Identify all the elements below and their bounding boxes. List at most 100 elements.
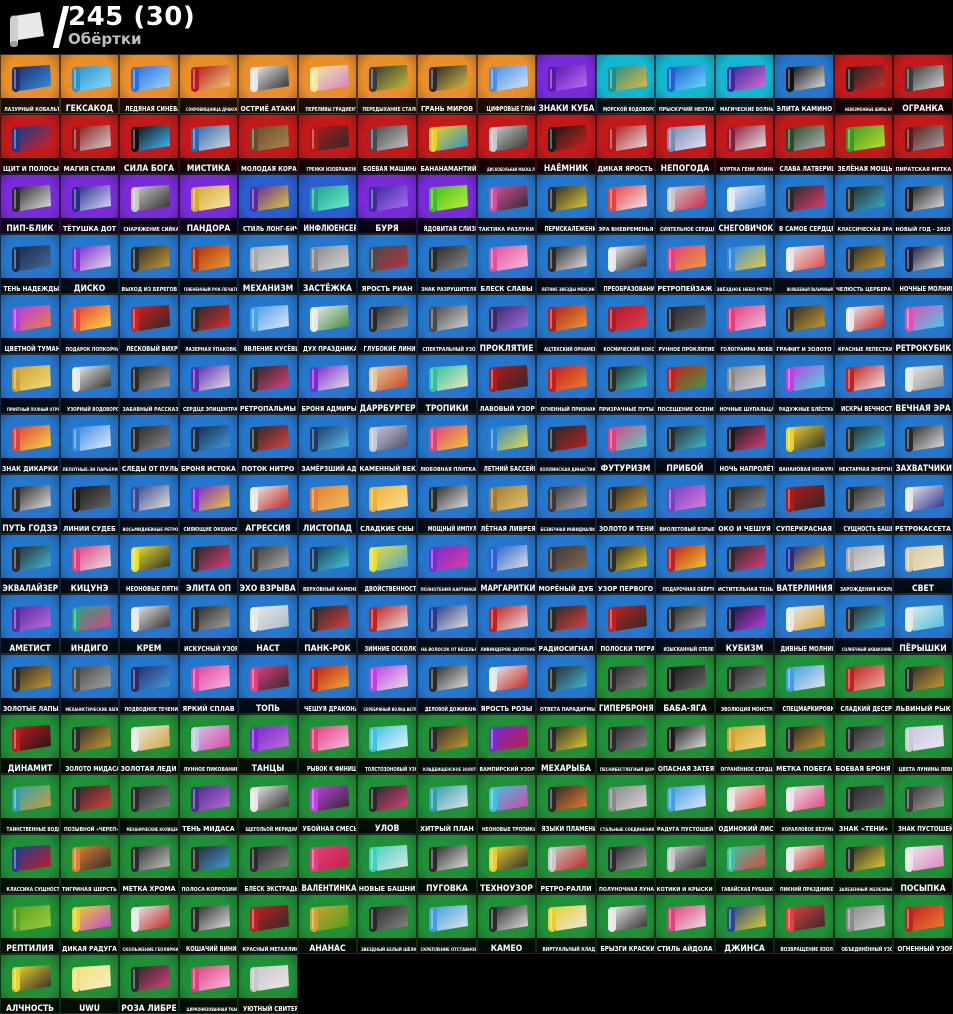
wrap-tile[interactable]: ИСТИТЕЛЬНАЯ ТЕНЬ [715, 534, 774, 594]
wrap-tile[interactable]: СЕРДЦЕ ЭПИЦЕНТРА [179, 354, 238, 414]
wrap-tile[interactable]: ЗНАК РАЗРУШИТЕЛЯ [417, 234, 477, 294]
wrap-tile[interactable]: ОТВЕТА ПАРАДИГМЫ [536, 654, 596, 714]
wrap-tile[interactable]: КУРТКА ГЕНИ ЛОИНИ [715, 114, 774, 174]
wrap-tile[interactable]: ЛАВОВЫЙ УЗОР [477, 354, 536, 414]
wrap-tile[interactable]: ПИП-БЛИК [0, 174, 60, 234]
wrap-tile[interactable]: БРЫЗГИ КРАСКИ [596, 894, 655, 954]
wrap-tile[interactable]: НОЧНЫЕ МОЛНИИ [893, 234, 953, 294]
wrap-tile[interactable]: АМЕТИСТ [0, 594, 60, 654]
wrap-tile[interactable]: ПЁРЫШКИ [893, 594, 953, 654]
wrap-tile[interactable]: РОЗА ЛИБРЕ [119, 954, 179, 1014]
wrap-tile[interactable]: НАСТ [238, 594, 298, 654]
wrap-tile[interactable]: ЧЕЛЮСТЬ ЦЕРБЕРА [834, 234, 893, 294]
wrap-tile[interactable]: СВЕТ [893, 534, 953, 594]
wrap-tile[interactable]: СИЯЮЩИЕ ОКЕАНСИ [179, 474, 238, 534]
wrap-tile[interactable]: СИЛА БОГА [119, 114, 179, 174]
wrap-tile[interactable]: КРАСНЫЙ МЕТАЛЛИК [238, 894, 298, 954]
wrap-tile[interactable]: ГОЛОГРАММА ЛЮБВИ [715, 294, 774, 354]
wrap-tile[interactable]: МЕХАРЫБА [536, 714, 596, 774]
wrap-tile[interactable]: ЛЕТНИЕ ЗВЕЗДЫ МЕКСИКИ [536, 234, 596, 294]
wrap-tile[interactable]: ЗНАКИ КУБА [536, 54, 596, 114]
wrap-tile[interactable]: СЕРЕБРЯНЫЙ ВОЛКА ВЕТРА [357, 654, 417, 714]
wrap-tile[interactable]: НЕКТАРНАЯ ЭНЕРГИЯ [834, 414, 893, 474]
wrap-tile[interactable]: АНАНАС [298, 894, 357, 954]
wrap-tile[interactable]: ДИКАЯ РАДУГА [60, 894, 119, 954]
wrap-tile[interactable]: ЛАЗЕРНАЯ УПАКОВКА [179, 294, 238, 354]
wrap-tile[interactable]: ХОЛЛИНСКАЯ ДИНАСТИЯ [536, 414, 596, 474]
wrap-tile[interactable]: ЗИМНИЕ ОСКОЛКИ [357, 594, 417, 654]
wrap-tile[interactable]: ПИКНИЙ ПРАЗДНИКЕТ [774, 834, 834, 894]
wrap-tile[interactable]: ГРАНЬ МИРОВ [417, 54, 477, 114]
wrap-tile[interactable]: ЯВЛЕНИЕ КУСЁВИ [238, 294, 298, 354]
wrap-tile[interactable]: ЗНАК «ТЕНИ» [834, 774, 893, 834]
wrap-tile[interactable]: ЗОЛОТО И ТЕНИ [596, 474, 655, 534]
wrap-tile[interactable]: ЛЕТНИЙ БАССЕЙН [477, 414, 536, 474]
wrap-tile[interactable]: ЗАЛЕЗЕННЫЙ ЖЕЛЕЗНЫЙ [834, 834, 893, 894]
wrap-tile[interactable]: ХОРАЛЛОВОЕ БЕЗУМИЕ [774, 774, 834, 834]
wrap-tile[interactable]: НЕОНОВЫЕ ПЯТНА [119, 534, 179, 594]
wrap-tile[interactable]: СЛАДКИЕ СНЫ [357, 474, 417, 534]
wrap-tile[interactable]: ИНДИГО [60, 594, 119, 654]
wrap-tile[interactable]: НОЧНЫЕ ШУПАЛЬЦА [715, 354, 774, 414]
wrap-tile[interactable]: БРОНЯ ИСТОКА [179, 414, 238, 474]
wrap-tile[interactable]: ЗАРОЖДЕНИЯ ИСКРЫ [834, 534, 893, 594]
wrap-tile[interactable]: УЗОР ПЕРВОГО [596, 534, 655, 594]
wrap-tile[interactable]: ЭЛИТА ОП [179, 534, 238, 594]
wrap-tile[interactable]: ТИГРИНАЯ ШЕРСТЬ [60, 834, 119, 894]
wrap-tile[interactable]: ГАВАЙСКАЯ РУБАШКА [715, 834, 774, 894]
wrap-tile[interactable]: СУЩНОСТЬ БАШНИ [834, 474, 893, 534]
wrap-tile[interactable]: БРОНЯ АДМИРЫ [298, 354, 357, 414]
wrap-tile[interactable]: ПЕРИСКАЛЕЖЕНИЕ [536, 174, 596, 234]
wrap-tile[interactable]: ЩЕГОЛЬОЙ МЕРИДИАН [238, 774, 298, 834]
wrap-tile[interactable]: ТАИНСТВЕННЫЕ ВОДЫ [0, 774, 60, 834]
wrap-tile[interactable]: КЛАДБИЩЕНСКОЕ ЗОЛОТО [417, 714, 477, 774]
wrap-tile[interactable]: АЛЧНОСТЬ [0, 954, 60, 1014]
wrap-tile[interactable]: ЛЕПОТНЫЕ-ЗИ ПАРЬЕРИ [60, 414, 119, 474]
wrap-tile[interactable]: ГЛУБОКИЕ ЛИНИИ [357, 294, 417, 354]
wrap-tile[interactable]: МАГИЯ СТАЛИ [60, 114, 119, 174]
wrap-tile[interactable]: ПУТЬ ГОДЗЭ [0, 474, 60, 534]
wrap-tile[interactable]: ТЕНЬ НАДЕЖДЫ [0, 234, 60, 294]
wrap-tile[interactable]: ДИСКОБОЛЬНАЯ МАСКА ЛЕНИ [477, 114, 536, 174]
wrap-tile[interactable]: НОВЫЙ ГОД - 2020 [893, 174, 953, 234]
wrap-tile[interactable]: ПАНДОРА [179, 174, 238, 234]
wrap-tile[interactable]: СИЯТЕЛЬНОЕ СЕРДЦЕ [655, 174, 715, 234]
wrap-tile[interactable]: ЗАСТЁЖКА [298, 234, 357, 294]
wrap-tile[interactable]: ПРИБОЙ [655, 414, 715, 474]
wrap-tile[interactable]: ЯЗЫКИ ПЛАМЕНИ [536, 774, 596, 834]
wrap-tile[interactable]: ОПАСНАЯ ЗАТЕЯ [655, 714, 715, 774]
wrap-tile[interactable]: ПРИЗРАЧНЫЕ ПУТЫ [596, 354, 655, 414]
wrap-tile[interactable]: ДИКАЯ ЯРОСТЬ [596, 114, 655, 174]
wrap-tile[interactable]: ПЛЕНЕННЫЙ РОК-ПЕЧАТЬ [179, 234, 238, 294]
wrap-tile[interactable]: ЦВЕТНОЙ ТУМАН [0, 294, 60, 354]
wrap-tile[interactable]: СНЕГОВИЧОК [715, 174, 774, 234]
wrap-tile[interactable]: КОШАЧИЙ ВИНИЛ [179, 894, 238, 954]
wrap-tile[interactable]: ЗЕЛЁНАЯ МОЩЬ [834, 114, 893, 174]
wrap-tile[interactable]: УЮТНЫЙ СВИТЕР [238, 954, 298, 1014]
wrap-tile[interactable]: РУННОЕ ПРОКЛЯТИЕ [655, 294, 715, 354]
wrap-tile[interactable]: РЫВОК К ФИНИШУ [298, 714, 357, 774]
wrap-tile[interactable]: ТОПЬ [238, 654, 298, 714]
wrap-tile[interactable]: БЛЕСК ЭКСТРАДЫ [238, 834, 298, 894]
wrap-tile[interactable]: ПОДАРОК ПОПКОРНА [60, 294, 119, 354]
wrap-tile[interactable]: КОТИКИ И КРЫСКИ [655, 834, 715, 894]
wrap-tile[interactable]: ГРАФИТ И ЗОЛОТО [774, 294, 834, 354]
wrap-tile[interactable]: БАБА-ЯГА [655, 654, 715, 714]
wrap-tile[interactable]: ЯРОСТЬ РОЗЫ [477, 654, 536, 714]
wrap-tile[interactable]: ИНФЛЮЕНСЕР [298, 174, 357, 234]
wrap-tile[interactable]: ВЫХОД ИЗ БЕРЕГОВ [119, 234, 179, 294]
wrap-tile[interactable]: ЯРКИЙ СПЛАВ [179, 654, 238, 714]
wrap-tile[interactable]: ЯДОВИТАЯ СЛИЗЬ [417, 174, 477, 234]
wrap-tile[interactable]: UWU [60, 954, 119, 1014]
wrap-tile[interactable]: СЛАДКИЙ ДЕСЕРТ [834, 654, 893, 714]
wrap-tile[interactable]: ПОСЫПКА [893, 834, 953, 894]
wrap-tile[interactable]: СТАЛЬНЫЕ СОЕДИНЕНИЯ [596, 774, 655, 834]
wrap-tile[interactable]: ФУТУРИЗМ [596, 414, 655, 474]
wrap-tile[interactable]: ИСКРЫ ВЕЧНОСТИ [834, 354, 893, 414]
wrap-tile[interactable]: ДЖИНСА [715, 894, 774, 954]
wrap-tile[interactable]: ЛЮБОВНАЯ ПЛИТКА [417, 414, 477, 474]
wrap-tile[interactable]: НАЁМНИК [536, 114, 596, 174]
wrap-tile[interactable]: МОЩНЫЙ ИМПУЛЬС [417, 474, 477, 534]
wrap-tile[interactable]: РЕТРОКАССЕТА [893, 474, 953, 534]
wrap-tile[interactable]: НЕОНОВЫЕ ТРОПИКИ [477, 774, 536, 834]
